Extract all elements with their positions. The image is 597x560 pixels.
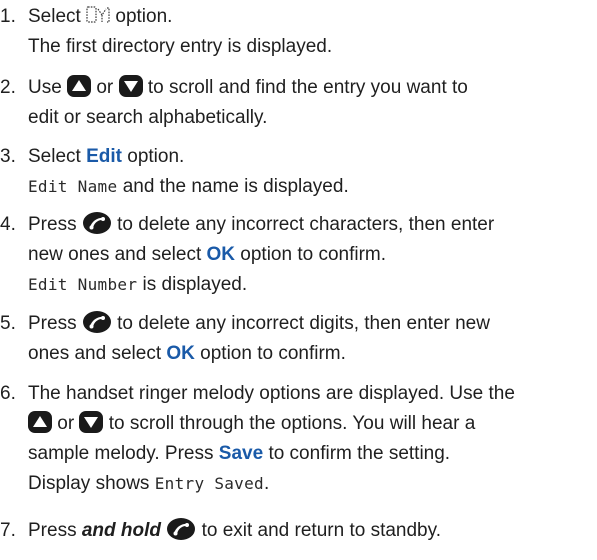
step-text: and the name is displayed. — [122, 176, 349, 197]
down-arrow-icon — [118, 74, 143, 97]
step-text: Select — [28, 146, 81, 167]
step-text: is displayed. — [142, 274, 248, 295]
step-text: edit or search alphabetically. — [28, 107, 268, 128]
step-text: or — [57, 413, 75, 434]
step-text: option. — [127, 146, 185, 167]
step-text: The handset ringer melody options are di… — [28, 383, 515, 404]
step-number: 3. — [0, 146, 16, 167]
step-text: to scroll and find the entry you want to — [147, 77, 468, 98]
step-text: option to confirm. — [200, 343, 346, 364]
step-text: sample melody. Press — [28, 443, 214, 464]
step-text: Display shows — [28, 473, 150, 494]
step-number: 5. — [0, 313, 16, 334]
step-text: to delete any incorrect digits, then ent… — [117, 313, 490, 334]
display-text: Entry Saved — [154, 474, 264, 493]
delete-key-icon — [82, 211, 112, 235]
softkey-label-ok: OK — [166, 343, 195, 364]
phonebook-icon — [86, 5, 110, 25]
delete-key-icon — [82, 310, 112, 334]
softkey-label-save: Save — [218, 443, 264, 464]
step-number: 4. — [0, 214, 16, 235]
display-text: Edit Number — [28, 275, 138, 294]
step-text: to exit and return to standby. — [201, 520, 441, 541]
up-arrow-icon — [28, 410, 52, 433]
step-number: 2. — [0, 77, 16, 98]
step-text: The first directory entry is displayed. — [28, 36, 333, 57]
emphasis-text: and hold — [81, 520, 162, 541]
step-text: option to confirm. — [240, 244, 387, 265]
up-arrow-icon — [67, 74, 92, 97]
step-text: or — [96, 77, 114, 98]
step-number: 7. — [0, 520, 16, 541]
down-arrow-icon — [79, 410, 104, 433]
step-text: Use — [28, 77, 62, 98]
delete-key-icon — [166, 517, 196, 541]
step-text: Press — [28, 214, 77, 235]
step-number: 6. — [0, 383, 16, 404]
step-text: to confirm the setting. — [268, 443, 451, 464]
softkey-label-edit: Edit — [86, 146, 122, 167]
display-text: Edit Name — [28, 177, 118, 196]
step-text: option. — [115, 6, 173, 27]
step-text: to scroll through the options. You will … — [108, 413, 476, 434]
softkey-label-ok: OK — [206, 244, 236, 265]
step-text: ones and select — [28, 343, 162, 364]
step-text: new ones and select — [28, 244, 202, 265]
step-number: 1. — [0, 6, 16, 27]
step-text: . — [263, 473, 270, 494]
step-text: Select — [28, 6, 81, 27]
step-text: to delete any incorrect characters, then… — [117, 214, 495, 235]
step-text: Press — [28, 313, 77, 334]
step-text: Press — [28, 520, 77, 541]
